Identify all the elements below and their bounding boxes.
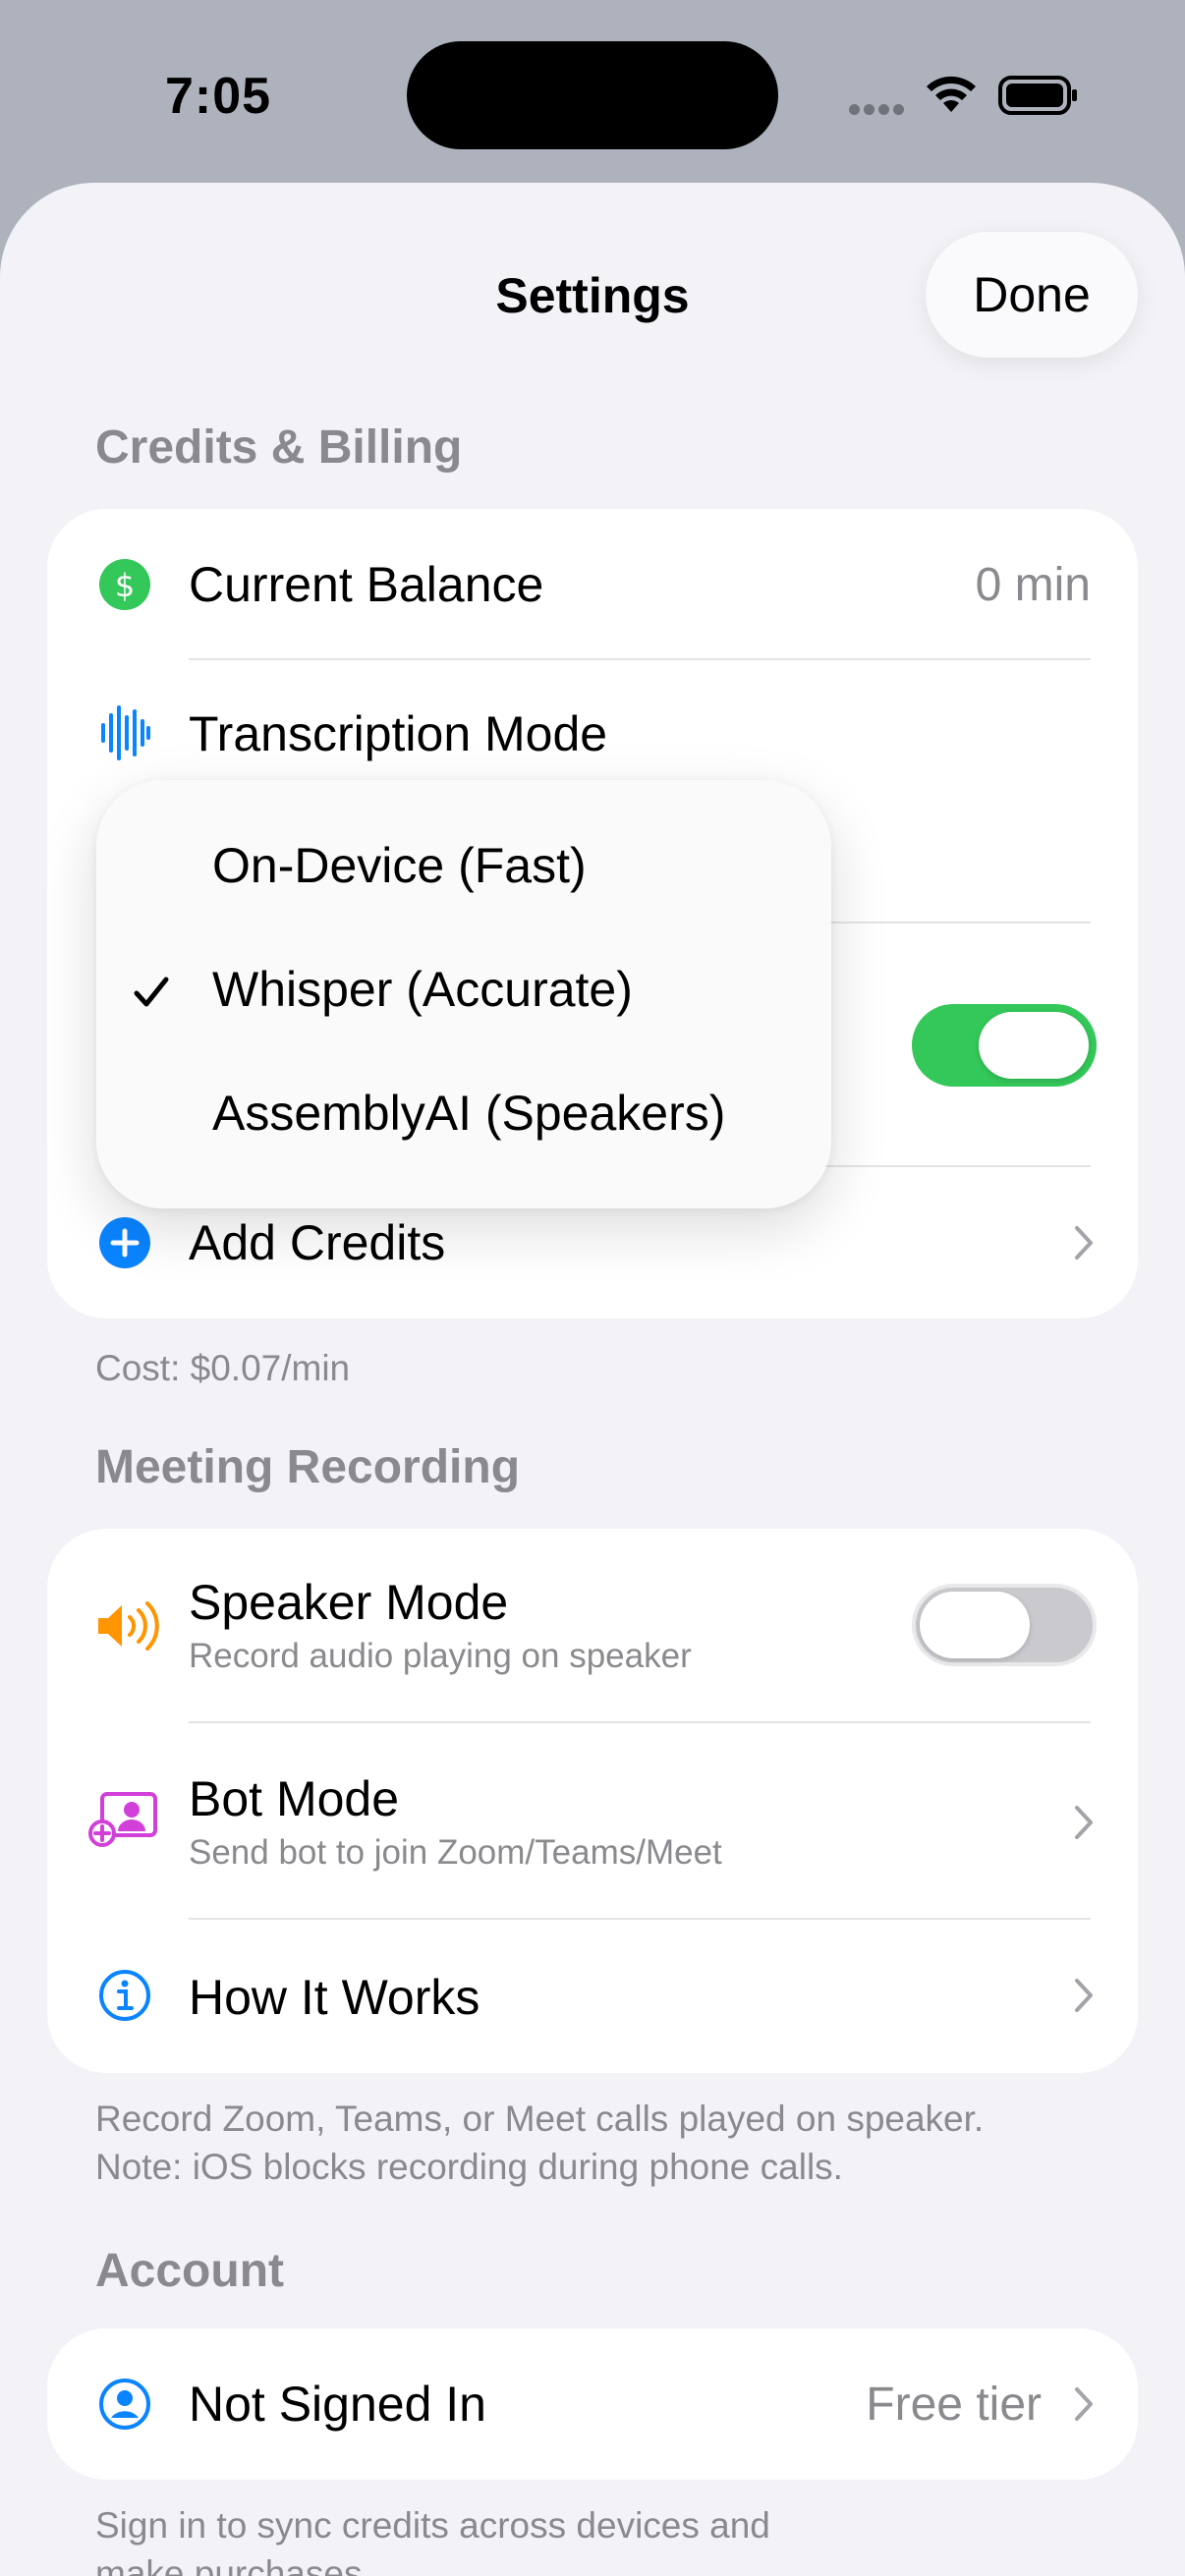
meeting-footnote-line2: Note: iOS blocks recording during phone … [95,2147,843,2187]
divider [189,1918,1091,1920]
wifi-icon [927,76,976,112]
transcription-mode-label: Transcription Mode [189,706,608,761]
waveform-icon [101,705,150,760]
checkmark-icon [134,977,169,1007]
account-footnote: Sign in to sync credits across devices a… [95,2501,770,2576]
chevron-right-icon [1075,1226,1093,1260]
speaker-mode-toggle[interactable] [912,1584,1097,1666]
person-circle-icon [99,2379,150,2430]
menu-item-on-device[interactable]: On-Device (Fast) [212,837,587,894]
signal-dots-icon [849,102,908,116]
speaker-icon [98,1601,159,1651]
bot-mode-subtitle: Send bot to join Zoom/Teams/Meet [189,1833,722,1872]
battery-icon [998,76,1077,115]
divider [189,1721,1091,1723]
current-balance-label: Current Balance [189,557,544,612]
meeting-footnote: Record Zoom, Teams, or Meet calls played… [95,2095,984,2191]
menu-item-whisper[interactable]: Whisper (Accurate) [212,961,633,1018]
transcription-mode-menu: On-Device (Fast) Whisper (Accurate) Asse… [96,780,831,1208]
hidden-row-toggle[interactable] [912,1004,1097,1087]
dollar-icon: $ [99,559,150,610]
account-footnote-line2: make purchases. [95,2553,372,2576]
status-time: 7:05 [165,68,272,125]
chevron-right-icon [1075,1979,1093,2012]
info-icon [99,1970,150,2021]
speaker-mode-label: Speaker Mode [189,1575,509,1630]
account-tier-value: Free tier [866,2379,1042,2431]
account-footnote-line1: Sign in to sync credits across devices a… [95,2505,770,2546]
account-card: Not Signed In Free tier [47,2328,1138,2480]
bot-join-icon [88,1792,157,1847]
svg-text:$: $ [115,567,135,604]
chevron-right-icon [1075,1806,1093,1839]
how-it-works-label: How It Works [189,1970,480,2025]
status-bar: 7:05 [0,0,1185,187]
meeting-card: Speaker Mode Record audio playing on spe… [47,1529,1138,2073]
bot-mode-label: Bot Mode [189,1771,400,1826]
chevron-right-icon [1075,2387,1093,2421]
add-credits-label: Add Credits [189,1215,446,1270]
account-section-title: Account [95,2245,284,2297]
divider [189,658,1091,660]
credits-section-title: Credits & Billing [95,421,463,474]
current-balance-value: 0 min [975,559,1091,611]
speaker-mode-subtitle: Record audio playing on speaker [189,1637,692,1675]
meeting-section-title: Meeting Recording [95,1441,521,1493]
plus-circle-icon [99,1217,150,1268]
account-status-label: Not Signed In [189,2377,486,2432]
done-button[interactable]: Done [926,232,1138,358]
credits-footnote: Cost: $0.07/min [95,1348,351,1388]
menu-item-assemblyai[interactable]: AssemblyAI (Speakers) [212,1085,725,1142]
meeting-footnote-line1: Record Zoom, Teams, or Meet calls played… [95,2099,985,2139]
dynamic-island [407,41,778,149]
